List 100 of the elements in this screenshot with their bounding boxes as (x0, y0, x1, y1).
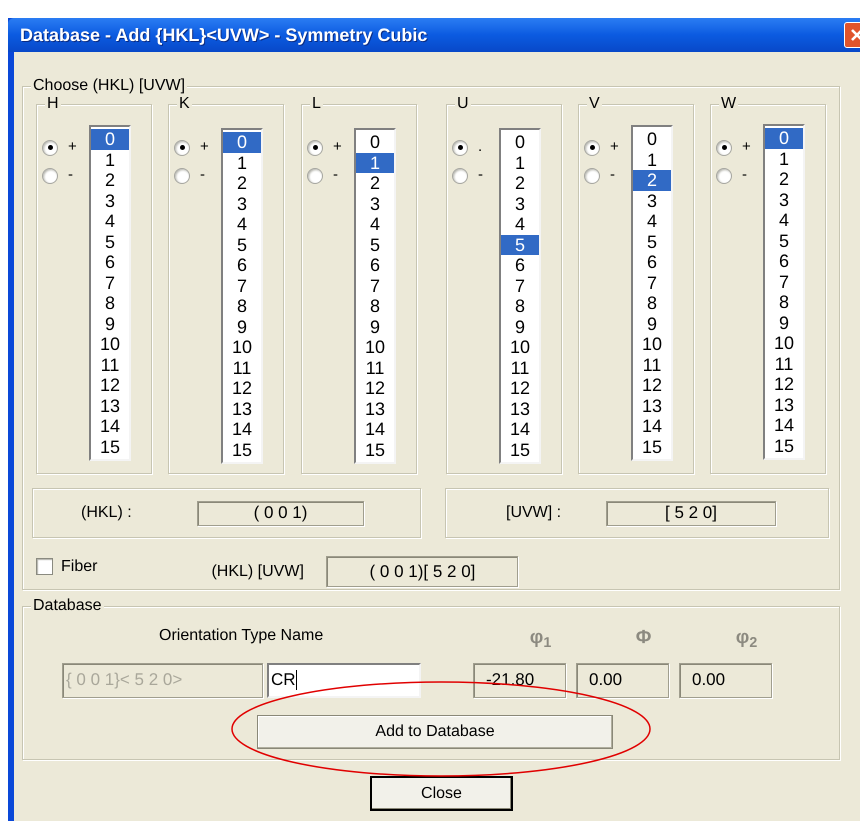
list-item[interactable]: 11 (223, 358, 261, 378)
list-item[interactable]: 1 (765, 148, 803, 169)
list-item[interactable]: 5 (633, 232, 671, 252)
list-item[interactable]: 9 (91, 314, 129, 334)
list-item[interactable]: 4 (356, 214, 394, 234)
list-item[interactable]: 5 (223, 234, 261, 255)
list-item[interactable]: 15 (501, 440, 539, 460)
list-item[interactable]: 11 (501, 358, 539, 378)
list-item[interactable]: 7 (91, 272, 129, 293)
list-item[interactable]: 2 (356, 173, 394, 194)
list-item[interactable]: 3 (91, 190, 129, 211)
list-item[interactable]: 15 (765, 436, 803, 456)
list-item[interactable]: 14 (765, 415, 803, 436)
sign-radio[interactable]: - (174, 166, 221, 185)
number-list[interactable]: 0 1 2 3 4 5 6 7 8 9 10 11 12 13 14 15 (763, 124, 805, 460)
list-item[interactable]: 3 (501, 194, 539, 214)
list-item[interactable]: 4 (765, 210, 803, 230)
list-item[interactable]: 9 (765, 312, 803, 333)
list-item[interactable]: 7 (765, 272, 803, 292)
list-item[interactable]: 9 (223, 316, 261, 337)
list-item[interactable]: 13 (223, 398, 261, 419)
list-item[interactable]: 8 (223, 296, 261, 316)
list-item[interactable]: 4 (91, 211, 129, 232)
list-item[interactable]: 0 (223, 132, 261, 152)
list-item[interactable]: 4 (501, 214, 539, 234)
list-item[interactable]: 10 (223, 337, 261, 358)
list-item[interactable]: 8 (501, 296, 539, 316)
sign-radio[interactable]: . (452, 138, 499, 157)
list-item[interactable]: 10 (501, 337, 539, 358)
list-item[interactable]: 4 (633, 211, 671, 232)
list-item[interactable]: 11 (91, 354, 129, 375)
list-item[interactable]: 13 (91, 396, 129, 416)
list-item[interactable]: 8 (91, 293, 129, 314)
fiber-checkbox[interactable]: Fiber (36, 554, 98, 578)
add-to-database-button[interactable]: Add to Database (257, 714, 613, 748)
list-item[interactable]: 15 (356, 440, 394, 460)
list-item[interactable]: 7 (356, 276, 394, 296)
sign-radio[interactable]: + (307, 138, 354, 157)
sign-radio[interactable]: + (584, 138, 631, 157)
number-list[interactable]: 0 1 2 3 4 5 6 7 8 9 10 11 12 13 14 15 (631, 125, 673, 461)
list-item[interactable]: 0 (633, 129, 671, 150)
list-item[interactable]: 3 (356, 194, 394, 214)
list-item[interactable]: 8 (765, 292, 803, 312)
list-item[interactable]: 13 (633, 396, 671, 416)
list-item[interactable]: 7 (501, 276, 539, 296)
list-item[interactable]: 14 (633, 416, 671, 436)
list-item[interactable]: 12 (91, 375, 129, 396)
close-button[interactable]: Close (370, 776, 513, 811)
list-item[interactable]: 12 (501, 378, 539, 398)
list-item[interactable]: 13 (356, 398, 394, 419)
list-item[interactable]: 2 (765, 169, 803, 190)
sign-radio[interactable]: - (716, 166, 763, 185)
list-item[interactable]: 6 (633, 252, 671, 272)
sign-radio[interactable]: - (584, 166, 631, 185)
list-item[interactable]: 14 (356, 419, 394, 440)
list-item[interactable]: 6 (501, 255, 539, 276)
name-field[interactable]: CR (267, 662, 421, 698)
list-item[interactable]: 15 (223, 440, 261, 460)
list-item[interactable]: 9 (501, 316, 539, 337)
list-item[interactable]: 14 (223, 419, 261, 440)
list-item[interactable]: 5 (501, 234, 539, 255)
list-item[interactable]: 3 (765, 190, 803, 210)
list-item[interactable]: 5 (91, 232, 129, 252)
list-item[interactable]: 9 (356, 316, 394, 337)
list-item[interactable]: 10 (765, 333, 803, 354)
list-item[interactable]: 6 (223, 255, 261, 276)
list-item[interactable]: 14 (91, 416, 129, 436)
list-item[interactable]: 12 (223, 378, 261, 398)
list-item[interactable]: 15 (633, 436, 671, 457)
sign-radio[interactable]: - (452, 166, 499, 185)
list-item[interactable]: 6 (91, 252, 129, 272)
list-item[interactable]: 4 (223, 214, 261, 234)
number-list[interactable]: 0 1 2 3 4 5 6 7 8 9 10 11 12 13 14 15 (221, 128, 263, 464)
list-item[interactable]: 1 (501, 152, 539, 173)
list-item[interactable]: 7 (633, 272, 671, 293)
number-list[interactable]: 0 1 2 3 4 5 6 7 8 9 10 11 12 13 14 15 (354, 128, 396, 464)
list-item[interactable]: 14 (501, 419, 539, 440)
list-item[interactable]: 12 (356, 378, 394, 398)
sign-radio[interactable]: - (307, 166, 354, 185)
list-item[interactable]: 3 (223, 194, 261, 214)
sign-radio[interactable]: + (716, 138, 763, 157)
list-item[interactable]: 2 (633, 170, 671, 190)
list-item[interactable]: 7 (223, 276, 261, 296)
list-item[interactable]: 8 (633, 293, 671, 314)
list-item[interactable]: 13 (765, 394, 803, 415)
list-item[interactable]: 1 (91, 150, 129, 170)
list-item[interactable]: 6 (765, 251, 803, 272)
list-item[interactable]: 2 (501, 173, 539, 194)
sign-radio[interactable]: + (174, 138, 221, 157)
list-item[interactable]: 0 (501, 132, 539, 152)
list-item[interactable]: 10 (633, 334, 671, 354)
list-item[interactable]: 15 (91, 436, 129, 457)
list-item[interactable]: 0 (765, 128, 803, 148)
list-item[interactable]: 11 (765, 354, 803, 374)
number-list[interactable]: 0 1 2 3 4 5 6 7 8 9 10 11 12 13 14 15 (89, 125, 131, 461)
list-item[interactable]: 1 (223, 152, 261, 173)
list-item[interactable]: 0 (91, 129, 129, 150)
list-item[interactable]: 10 (91, 334, 129, 354)
list-item[interactable]: 0 (356, 132, 394, 152)
number-list[interactable]: 0 1 2 3 4 5 6 7 8 9 10 11 12 13 14 15 (499, 128, 541, 464)
